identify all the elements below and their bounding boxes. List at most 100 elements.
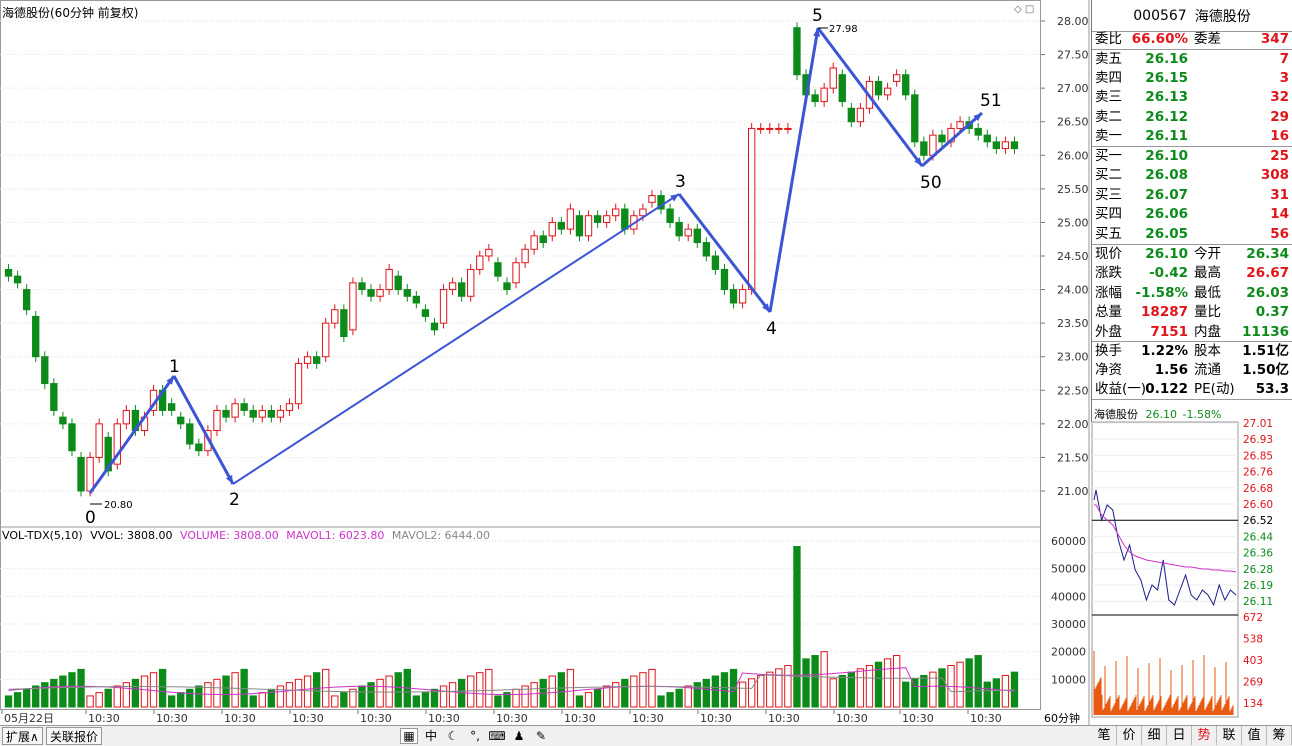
volume-bar (312, 672, 321, 708)
stat-value-2: 26.67 (1246, 265, 1289, 282)
volume-bar (974, 655, 982, 708)
candle-body (720, 268, 729, 291)
fin-value-2: 53.3 (1255, 381, 1289, 397)
right-tab[interactable]: 筹 (1267, 726, 1292, 745)
candle-body (50, 383, 58, 411)
price-tick-label: 27.50 (1057, 49, 1089, 62)
zhong-icon[interactable]: 中 (422, 727, 440, 744)
expand-tab[interactable]: 扩展∧ (2, 727, 43, 745)
candle-body (883, 87, 892, 96)
right-tab[interactable]: 势 (1192, 726, 1217, 745)
mini-vol-label: 134 (1243, 698, 1263, 710)
right-tab[interactable]: 笔 (1092, 726, 1117, 745)
volume-bar (757, 674, 765, 708)
keyboard-icon[interactable]: ⌨ (488, 729, 506, 743)
volume-bar (421, 692, 430, 708)
candle-body (738, 289, 747, 304)
mini-vol-label: 538 (1243, 634, 1263, 646)
chart-title: 海德股份(60分钟 前复权) (2, 6, 139, 20)
candle-body (892, 74, 901, 82)
wrench-icon[interactable]: ✎ (532, 729, 550, 743)
volume-bar (747, 678, 756, 708)
volume-bar (213, 678, 221, 708)
candle-body (757, 127, 765, 130)
candle-body (820, 87, 828, 103)
ask-price: 26.12 (1145, 108, 1188, 125)
fin-value: 1.22% (1141, 343, 1188, 359)
volume-bar (340, 692, 348, 708)
candle-body (276, 409, 285, 418)
right-tab[interactable]: 价 (1117, 726, 1142, 745)
weicha-value: 347 (1260, 31, 1289, 47)
volume-bar (720, 672, 729, 708)
volume-bar (22, 688, 31, 708)
quote-panel: 000567 海德股份 委比 66.60% 委差 347 卖五 26.16 7 卖四 2… (1091, 0, 1292, 422)
time-label: 05月22日 (4, 712, 54, 725)
right-tab[interactable]: 日 (1167, 726, 1192, 745)
mini-price-label: 26.52 (1243, 515, 1273, 527)
candle-body (920, 141, 928, 156)
volume-bar (412, 695, 421, 708)
related-quote-tab[interactable]: 关联报价 (46, 727, 103, 745)
candle-body (539, 235, 547, 244)
volume-bar (59, 675, 67, 708)
candle-body (602, 215, 611, 223)
bid-row: 买一 26.10 25 (1092, 147, 1292, 166)
volume-bar (222, 675, 230, 708)
candle-body (512, 262, 520, 284)
right-tab[interactable]: 值 (1242, 726, 1267, 745)
volume-bar (4, 695, 13, 708)
bid-qty: 25 (1270, 148, 1289, 164)
wave-label: 1 (169, 357, 180, 377)
volume-bar (648, 668, 656, 708)
candle-body (584, 215, 593, 237)
candle-body (530, 235, 538, 250)
right-tabs: 笔价细日势联值筹 (1092, 726, 1292, 745)
ask-row: 卖四 26.15 3 (1092, 69, 1292, 88)
dots-icon[interactable]: °, (466, 729, 484, 743)
volume-bar (575, 695, 584, 708)
volume-bar (41, 682, 49, 708)
bid-qty: 31 (1270, 186, 1289, 203)
period-label[interactable]: 60分钟 (1044, 710, 1080, 726)
ask-qty: 16 (1270, 127, 1289, 144)
stat-row: 现价 26.10 今开 26.34 (1092, 245, 1292, 264)
ask-row: 卖一 26.11 16 (1092, 127, 1292, 146)
candle-body (467, 268, 475, 297)
window-controls-icon[interactable]: ◇ □ (1014, 4, 1034, 15)
candle-body (675, 221, 683, 237)
candle-body (856, 107, 865, 123)
mini-pct: -1.58% (1182, 408, 1222, 421)
fin-label: 收益(一) (1095, 381, 1147, 397)
bid-qty: 56 (1270, 225, 1289, 242)
candle-body (1010, 141, 1019, 150)
volume-bar (820, 651, 828, 708)
volume-bar (177, 692, 185, 708)
fin-label-2: 流通 (1194, 362, 1221, 378)
bid-label: 买四 (1095, 206, 1122, 223)
user-icon[interactable]: ♟ (510, 729, 528, 743)
right-tab[interactable]: 细 (1142, 726, 1167, 745)
stat-row: 涨幅 -1.58% 最低 26.03 (1092, 284, 1292, 303)
moon-icon[interactable]: ☾ (444, 729, 462, 743)
wave-label: 3 (675, 172, 686, 192)
mavol1-value: MAVOL1: 6023.80 (286, 529, 385, 542)
grid-icon[interactable]: ▦ (400, 727, 418, 744)
stat-label-2: 最低 (1194, 284, 1221, 301)
candle-body (32, 315, 40, 358)
candle-body (13, 275, 22, 284)
stat-value-2: 26.03 (1246, 284, 1289, 301)
toolbar-icons: ▦ 中 ☾ °, ⌨ ♟ ✎ (400, 726, 550, 745)
volume-bar (557, 672, 566, 708)
candle-body (22, 289, 31, 311)
candle-body (267, 409, 276, 418)
volume-bar (956, 661, 964, 708)
candle-body (167, 403, 176, 411)
wave-label: 2 (229, 490, 240, 510)
ask-qty: 7 (1279, 51, 1289, 67)
bid-row: 买二 26.08 308 (1092, 166, 1292, 185)
price-tick-label: 22.00 (1057, 418, 1089, 431)
candle-body (811, 94, 819, 103)
right-tab[interactable]: 联 (1217, 726, 1242, 745)
volume-bar (249, 695, 257, 708)
